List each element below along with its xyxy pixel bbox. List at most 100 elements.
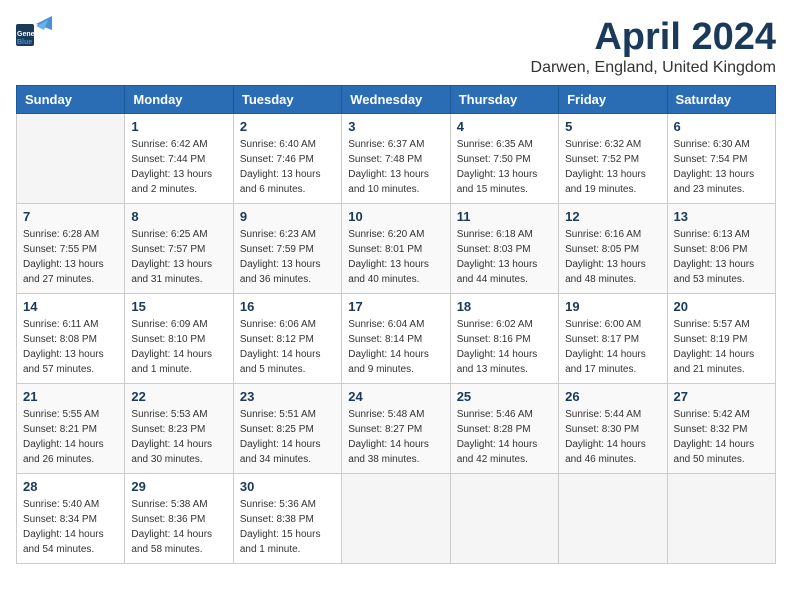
calendar-cell	[667, 474, 775, 564]
day-number: 26	[565, 389, 660, 404]
day-info: Sunrise: 5:53 AM Sunset: 8:23 PM Dayligh…	[131, 407, 226, 467]
day-info: Sunrise: 5:42 AM Sunset: 8:32 PM Dayligh…	[674, 407, 769, 467]
calendar-cell: 18 Sunrise: 6:02 AM Sunset: 8:16 PM Dayli…	[450, 294, 558, 384]
logo-icon: General Blue	[16, 16, 52, 46]
day-header-wednesday: Wednesday	[342, 86, 450, 114]
day-number: 2	[240, 119, 335, 134]
day-number: 22	[131, 389, 226, 404]
calendar-cell: 17Sunrise: 6:04 AM Sunset: 8:14 PM Dayli…	[342, 294, 450, 384]
day-info: Sunrise: 6:42 AM Sunset: 7:44 PM Dayligh…	[131, 137, 226, 197]
day-number: 20	[674, 299, 769, 314]
day-info: Sunrise: 6:30 AM Sunset: 7:54 PM Dayligh…	[674, 137, 769, 197]
calendar-cell: 19Sunrise: 6:00 AM Sunset: 8:17 PM Dayli…	[559, 294, 667, 384]
calendar-cell: 25 Sunrise: 5:46 AM Sunset: 8:28 PM Dayli…	[450, 384, 558, 474]
day-info: Sunrise: 5:44 AM Sunset: 8:30 PM Dayligh…	[565, 407, 660, 467]
day-number: 14	[23, 299, 118, 314]
day-info: Sunrise: 6:16 AM Sunset: 8:05 PM Dayligh…	[565, 227, 660, 287]
calendar-week-1: 1 Sunrise: 6:42 AM Sunset: 7:44 PM Daylig…	[17, 114, 776, 204]
calendar-cell: 3 Sunrise: 6:37 AM Sunset: 7:48 PM Daylig…	[342, 114, 450, 204]
day-number: 24	[348, 389, 443, 404]
day-info: Sunrise: 6:11 AM Sunset: 8:08 PM Dayligh…	[23, 317, 118, 377]
calendar-cell: 26 Sunrise: 5:44 AM Sunset: 8:30 PM Dayli…	[559, 384, 667, 474]
calendar-cell: 22 Sunrise: 5:53 AM Sunset: 8:23 PM Dayli…	[125, 384, 233, 474]
calendar-cell: 9 Sunrise: 6:23 AM Sunset: 7:59 PM Daylig…	[233, 204, 341, 294]
day-info: Sunrise: 5:38 AM Sunset: 8:36 PM Dayligh…	[131, 497, 226, 557]
day-info: Sunrise: 6:25 AM Sunset: 7:57 PM Dayligh…	[131, 227, 226, 287]
day-number: 13	[674, 209, 769, 224]
day-number: 1	[131, 119, 226, 134]
calendar-week-5: 28 Sunrise: 5:40 AM Sunset: 8:34 PM Dayli…	[17, 474, 776, 564]
calendar-cell: 4 Sunrise: 6:35 AM Sunset: 7:50 PM Daylig…	[450, 114, 558, 204]
day-number: 5	[565, 119, 660, 134]
day-info: Sunrise: 6:20 AM Sunset: 8:01 PM Dayligh…	[348, 227, 443, 287]
day-header-sunday: Sunday	[17, 86, 125, 114]
calendar-cell: 15Sunrise: 6:09 AM Sunset: 8:10 PM Dayli…	[125, 294, 233, 384]
day-info: Sunrise: 6:35 AM Sunset: 7:50 PM Dayligh…	[457, 137, 552, 197]
svg-text:General: General	[17, 31, 43, 38]
day-number: 3	[348, 119, 443, 134]
logo: General Blue	[16, 16, 52, 46]
day-info: Sunrise: 5:46 AM Sunset: 8:28 PM Dayligh…	[457, 407, 552, 467]
day-info: Sunrise: 5:51 AM Sunset: 8:25 PM Dayligh…	[240, 407, 335, 467]
day-info: Sunrise: 6:00 AM Sunset: 8:17 PM Dayligh…	[565, 317, 660, 377]
day-header-friday: Friday	[559, 86, 667, 114]
calendar-week-3: 14 Sunrise: 6:11 AM Sunset: 8:08 PM Dayli…	[17, 294, 776, 384]
month-title: April 2024	[531, 16, 776, 59]
calendar-cell: 12Sunrise: 6:16 AM Sunset: 8:05 PM Dayli…	[559, 204, 667, 294]
day-number: 25	[457, 389, 552, 404]
day-info: Sunrise: 6:18 AM Sunset: 8:03 PM Dayligh…	[457, 227, 552, 287]
calendar-cell: 20 Sunrise: 5:57 AM Sunset: 8:19 PM Dayli…	[667, 294, 775, 384]
day-info: Sunrise: 5:40 AM Sunset: 8:34 PM Dayligh…	[23, 497, 118, 557]
day-info: Sunrise: 5:36 AM Sunset: 8:38 PM Dayligh…	[240, 497, 335, 557]
day-header-tuesday: Tuesday	[233, 86, 341, 114]
day-number: 9	[240, 209, 335, 224]
calendar-cell: 24 Sunrise: 5:48 AM Sunset: 8:27 PM Dayli…	[342, 384, 450, 474]
calendar-cell: 21Sunrise: 5:55 AM Sunset: 8:21 PM Dayli…	[17, 384, 125, 474]
day-info: Sunrise: 6:13 AM Sunset: 8:06 PM Dayligh…	[674, 227, 769, 287]
day-number: 11	[457, 209, 552, 224]
day-number: 10	[348, 209, 443, 224]
calendar-cell	[450, 474, 558, 564]
day-info: Sunrise: 6:28 AM Sunset: 7:55 PM Dayligh…	[23, 227, 118, 287]
calendar-cell: 13 Sunrise: 6:13 AM Sunset: 8:06 PM Dayli…	[667, 204, 775, 294]
calendar-cell	[17, 114, 125, 204]
calendar-cell: 5Sunrise: 6:32 AM Sunset: 7:52 PM Daylig…	[559, 114, 667, 204]
calendar-cell: 29Sunrise: 5:38 AM Sunset: 8:36 PM Dayli…	[125, 474, 233, 564]
location-title: Darwen, England, United Kingdom	[531, 59, 776, 77]
day-number: 15	[131, 299, 226, 314]
calendar-cell	[559, 474, 667, 564]
day-number: 8	[131, 209, 226, 224]
day-info: Sunrise: 5:55 AM Sunset: 8:21 PM Dayligh…	[23, 407, 118, 467]
day-info: Sunrise: 6:06 AM Sunset: 8:12 PM Dayligh…	[240, 317, 335, 377]
day-info: Sunrise: 6:23 AM Sunset: 7:59 PM Dayligh…	[240, 227, 335, 287]
day-number: 7	[23, 209, 118, 224]
calendar-cell: 11 Sunrise: 6:18 AM Sunset: 8:03 PM Dayli…	[450, 204, 558, 294]
day-info: Sunrise: 5:48 AM Sunset: 8:27 PM Dayligh…	[348, 407, 443, 467]
calendar-cell: 28 Sunrise: 5:40 AM Sunset: 8:34 PM Dayli…	[17, 474, 125, 564]
calendar-table: SundayMondayTuesdayWednesdayThursdayFrid…	[16, 85, 776, 564]
day-number: 18	[457, 299, 552, 314]
day-info: Sunrise: 6:37 AM Sunset: 7:48 PM Dayligh…	[348, 137, 443, 197]
day-number: 16	[240, 299, 335, 314]
calendar-cell: 14 Sunrise: 6:11 AM Sunset: 8:08 PM Dayli…	[17, 294, 125, 384]
calendar-cell: 23Sunrise: 5:51 AM Sunset: 8:25 PM Dayli…	[233, 384, 341, 474]
calendar-cell: 1 Sunrise: 6:42 AM Sunset: 7:44 PM Daylig…	[125, 114, 233, 204]
calendar-cell	[342, 474, 450, 564]
calendar-cell: 10 Sunrise: 6:20 AM Sunset: 8:01 PM Dayli…	[342, 204, 450, 294]
day-number: 4	[457, 119, 552, 134]
calendar-header-row: SundayMondayTuesdayWednesdayThursdayFrid…	[17, 86, 776, 114]
calendar-cell: 27Sunrise: 5:42 AM Sunset: 8:32 PM Dayli…	[667, 384, 775, 474]
svg-text:Blue: Blue	[17, 39, 32, 46]
title-block: April 2024 Darwen, England, United Kingd…	[531, 16, 776, 77]
day-header-monday: Monday	[125, 86, 233, 114]
day-number: 30	[240, 479, 335, 494]
day-number: 17	[348, 299, 443, 314]
calendar-cell: 8 Sunrise: 6:25 AM Sunset: 7:57 PM Daylig…	[125, 204, 233, 294]
day-info: Sunrise: 6:02 AM Sunset: 8:16 PM Dayligh…	[457, 317, 552, 377]
day-info: Sunrise: 5:57 AM Sunset: 8:19 PM Dayligh…	[674, 317, 769, 377]
calendar-week-4: 21Sunrise: 5:55 AM Sunset: 8:21 PM Dayli…	[17, 384, 776, 474]
day-number: 28	[23, 479, 118, 494]
calendar-cell: 30 Sunrise: 5:36 AM Sunset: 8:38 PM Dayli…	[233, 474, 341, 564]
day-number: 6	[674, 119, 769, 134]
calendar-cell: 16 Sunrise: 6:06 AM Sunset: 8:12 PM Dayli…	[233, 294, 341, 384]
